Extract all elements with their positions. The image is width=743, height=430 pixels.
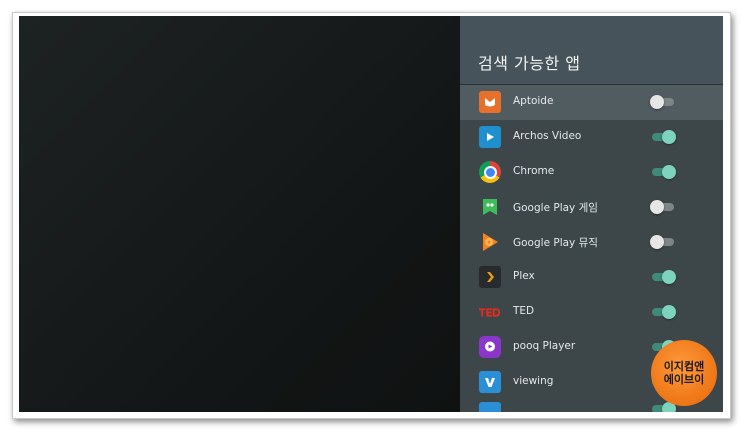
plex-icon xyxy=(479,266,501,288)
list-item-google-play-games[interactable]: Google Play 게임 xyxy=(460,190,723,225)
list-item-ted[interactable]: TED xyxy=(460,295,723,330)
toggle-switch[interactable] xyxy=(650,95,676,109)
toggle-switch[interactable] xyxy=(650,270,676,284)
panel-header: 검색 가능한 앱 xyxy=(460,16,723,85)
viewing-icon xyxy=(479,371,501,393)
chrome-icon xyxy=(479,161,501,183)
list-item-archos-video[interactable]: Archos Video xyxy=(460,120,723,155)
list-item-plex[interactable]: Plex xyxy=(460,260,723,295)
toggle-switch[interactable] xyxy=(650,305,676,319)
list-item-chrome[interactable]: Chrome xyxy=(460,155,723,190)
watermark-line-1: 이지컴앤 xyxy=(663,360,705,373)
app-label: Chrome xyxy=(513,165,555,177)
toggle-switch[interactable] xyxy=(650,200,676,214)
aptoide-icon xyxy=(479,91,501,113)
app-icon xyxy=(479,402,501,412)
app-label: Archos Video xyxy=(513,130,582,142)
tv-screen: 검색 가능한 앱 Aptoide Archos Video Chrome Goo… xyxy=(19,16,723,412)
toggle-switch[interactable] xyxy=(650,165,676,179)
app-label: Google Play 게임 xyxy=(513,202,598,214)
app-label: Plex xyxy=(513,270,535,282)
toggle-switch[interactable] xyxy=(650,235,676,249)
app-label: Google Play 뮤직 xyxy=(513,237,598,249)
toggle-switch[interactable] xyxy=(650,130,676,144)
pooq-player-icon xyxy=(479,336,501,358)
watermark-logo: 이지컴앤 에이브이 xyxy=(651,340,717,406)
app-label: TED xyxy=(513,305,535,317)
app-label: viewing xyxy=(513,375,554,387)
app-label: Aptoide xyxy=(513,95,554,107)
panel-title: 검색 가능한 앱 xyxy=(478,54,581,73)
ted-icon xyxy=(479,301,501,323)
watermark-line-2: 에이브이 xyxy=(663,373,705,386)
list-item-google-play-music[interactable]: Google Play 뮤직 xyxy=(460,225,723,260)
google-play-games-icon xyxy=(479,196,501,218)
google-play-music-icon xyxy=(479,231,501,253)
archos-video-icon xyxy=(479,126,501,148)
list-item-aptoide[interactable]: Aptoide xyxy=(460,85,723,120)
app-label: pooq Player xyxy=(513,340,576,352)
